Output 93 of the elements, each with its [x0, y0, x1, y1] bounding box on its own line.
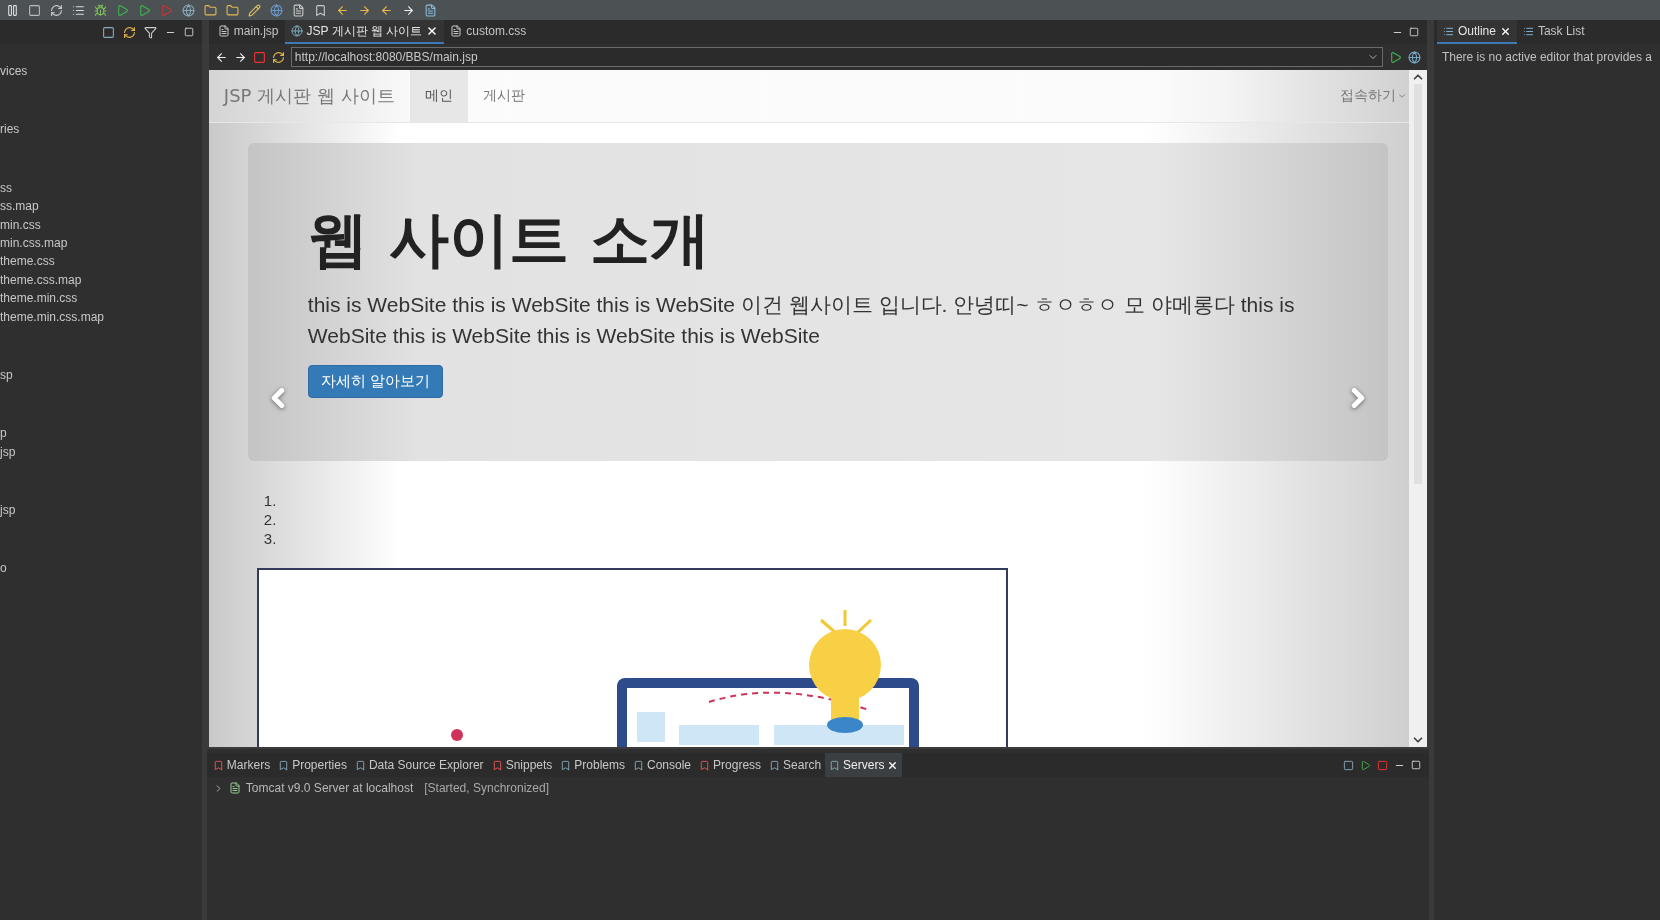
tree-item[interactable]: ries [0, 120, 202, 139]
play-icon[interactable] [1359, 759, 1371, 771]
bookmark-icon [633, 759, 644, 771]
bookmark-icon [354, 759, 366, 771]
sync-icon[interactable] [122, 25, 136, 39]
jumbotron-title: 웹 사이트 소개 [307, 203, 711, 275]
tree-item[interactable]: min.css.map [0, 233, 202, 253]
panel-tab[interactable]: Search [765, 753, 826, 777]
maximize-icon[interactable] [1408, 27, 1419, 37]
tree-item[interactable]: p [0, 424, 202, 443]
editor-tab[interactable]: custom.css [444, 20, 533, 44]
tree-item[interactable]: sp [0, 365, 202, 385]
file-icon[interactable] [424, 3, 437, 17]
maximize-icon[interactable] [183, 27, 194, 37]
editor-tab[interactable]: main.jsp [211, 20, 285, 44]
panel-tab[interactable]: Snippets [487, 753, 557, 777]
stop-icon[interactable] [252, 50, 266, 64]
stop-icon[interactable] [1376, 759, 1388, 771]
jumbotron-text: this is WebSite this is WebSite this is WebSite 이건 웹사이트 입니다. 안녕띠~ ㅎㅇㅎㅇ 모 야메롱다 this is WebSite this is WebSite this is WebSite this is WebSite [307, 292, 1296, 349]
back-icon[interactable] [214, 50, 228, 64]
tree-item[interactable]: ss.map [0, 197, 202, 216]
server-icon [228, 782, 241, 794]
tree-item[interactable]: o [0, 559, 202, 578]
tree-item[interactable]: jsp [0, 501, 202, 520]
list-number: 1. [263, 491, 278, 510]
refresh-icon[interactable] [50, 3, 63, 17]
bookmark-icon [560, 759, 572, 771]
list-icon[interactable] [72, 3, 85, 17]
bookmark-icon [491, 759, 503, 771]
forward-icon[interactable] [233, 50, 247, 64]
refresh-icon[interactable] [271, 50, 285, 64]
globe-icon[interactable] [1407, 50, 1421, 64]
close-icon[interactable] [887, 759, 899, 771]
address-bar[interactable]: http://localhost:8080/BBS/main.jsp [290, 47, 1383, 67]
tree-item[interactable]: theme.css [0, 252, 202, 271]
maximize-icon[interactable] [1410, 760, 1421, 770]
list-number: 3. [263, 529, 278, 548]
panel-tab[interactable]: Data Source Explorer [350, 753, 488, 777]
pencil-icon[interactable] [248, 3, 261, 17]
view-tab[interactable]: Outline [1436, 20, 1517, 44]
play-icon[interactable] [138, 3, 151, 17]
bug-icon[interactable] [94, 3, 107, 17]
panel-tab[interactable]: Problems [556, 753, 629, 777]
file-icon[interactable] [292, 3, 305, 17]
nav-link[interactable]: 메인 [409, 70, 468, 122]
tree-item[interactable]: vices [0, 62, 202, 81]
arrow-right-icon[interactable] [402, 3, 415, 17]
file-icon [450, 25, 463, 37]
folder-icon[interactable] [226, 3, 239, 17]
caret-icon [1396, 91, 1407, 101]
server-name[interactable]: Tomcat v9.0 Server at localhost [245, 781, 414, 795]
panel-tab[interactable]: Progress [695, 753, 766, 777]
tree-item[interactable]: theme.css.map [0, 270, 202, 290]
site-brand[interactable]: JSP 게시판 웹 사이트 [223, 70, 410, 122]
go-icon[interactable] [1388, 50, 1402, 64]
view-tab[interactable]: Task List [1516, 20, 1591, 44]
filter-icon[interactable] [143, 25, 157, 39]
panel-tab[interactable]: Properties [274, 753, 351, 777]
outline-message: There is no active editor that provides a [1440, 49, 1653, 66]
tree-item[interactable]: theme.min.css.map [0, 307, 202, 326]
bookmark-icon[interactable] [314, 3, 327, 17]
bookmark-icon [212, 759, 224, 771]
bookmark-icon [829, 759, 841, 771]
globe-icon[interactable] [270, 3, 283, 17]
pause-icon[interactable] [6, 3, 19, 17]
panel-tab[interactable]: Servers [825, 753, 903, 777]
arrow-left-icon[interactable] [380, 3, 393, 17]
nav-link[interactable]: 게시판 [467, 70, 540, 122]
globe-icon[interactable] [182, 3, 195, 17]
learn-more-button[interactable]: 자세히 알아보기 [307, 365, 443, 398]
arrow-right-icon[interactable] [358, 3, 371, 17]
tree-item[interactable]: jsp [0, 442, 202, 462]
bookmark-icon [769, 759, 781, 771]
folder-icon[interactable] [204, 3, 217, 17]
bookmark-icon [699, 759, 711, 771]
arrow-left-icon[interactable] [336, 3, 349, 17]
globe-icon [290, 25, 303, 37]
bookmark-icon [278, 759, 290, 771]
close-icon[interactable] [1499, 25, 1511, 37]
tree-item[interactable]: min.css [0, 215, 202, 234]
editor-tab[interactable]: JSP 게시판 웹 사이트 [284, 20, 445, 44]
server-status: [Started, Synchronized] [424, 781, 549, 795]
panel-tab[interactable]: Console [629, 753, 696, 777]
list-icon [1522, 25, 1534, 37]
stop-icon[interactable] [28, 3, 41, 17]
close-icon[interactable] [426, 25, 439, 37]
play-icon[interactable] [116, 3, 129, 17]
list-icon [1442, 25, 1454, 37]
file-icon [217, 25, 230, 37]
tree-item[interactable]: ss [0, 178, 202, 198]
tree-item[interactable]: theme.min.css [0, 289, 202, 308]
panel-tab[interactable]: Markers [208, 753, 275, 777]
list-number: 2. [263, 510, 278, 529]
